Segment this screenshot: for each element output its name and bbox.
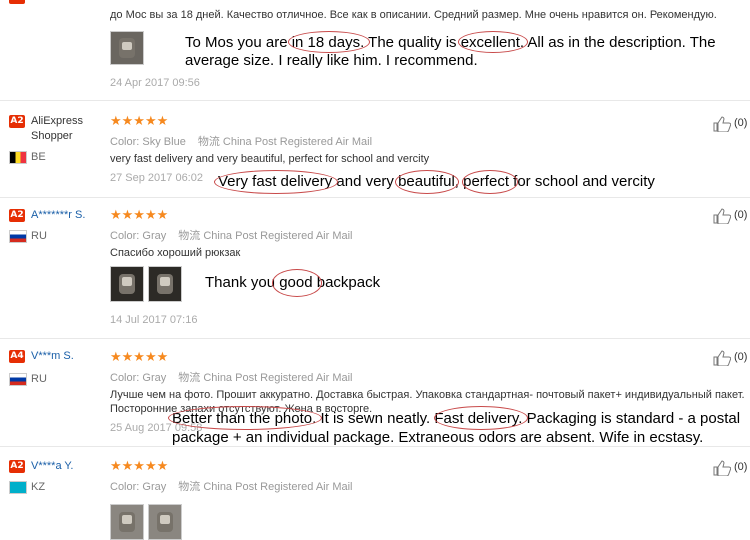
country-code: BE	[31, 151, 46, 163]
level-badge: A4	[9, 350, 25, 363]
flag-ru-icon	[9, 230, 27, 243]
helpful-count: (0)	[734, 117, 748, 129]
review-photo[interactable]	[148, 266, 182, 302]
divider	[0, 446, 750, 447]
helpful-button[interactable]: (0)	[713, 350, 749, 366]
helpful-button[interactable]: (0)	[713, 116, 749, 132]
translation-line-1: To Mos you are in 18 days. The quality i…	[185, 34, 716, 51]
helpful-count: (0)	[734, 461, 748, 473]
star-rating: ★★★★★	[110, 349, 169, 364]
divider	[0, 197, 750, 198]
helpful-count: (0)	[734, 351, 748, 363]
annotation-oval	[462, 170, 518, 194]
flag-kz-icon	[9, 481, 27, 494]
star-rating: ★★★★★	[110, 458, 169, 473]
level-badge	[9, 0, 25, 4]
annotation-oval	[272, 269, 322, 297]
review-photo[interactable]	[110, 266, 144, 302]
order-info: Color: Sky Blue 物流 China Post Registered …	[110, 136, 373, 148]
star-rating: ★★★★★	[110, 113, 169, 128]
thumbs-up-icon	[713, 116, 731, 132]
thumbs-up-icon	[713, 460, 731, 476]
divider	[0, 338, 750, 339]
review-text: Спасибо хороший рюкзак	[110, 247, 241, 259]
annotation-oval	[434, 406, 528, 430]
reviewer-name[interactable]: V****a Y.	[31, 460, 73, 472]
review-photo[interactable]	[110, 31, 144, 65]
thumbs-up-icon	[713, 208, 731, 224]
review-photo[interactable]	[110, 504, 144, 540]
order-info: Color: Gray 物流 China Post Registered Air …	[110, 481, 353, 493]
reviewer-name[interactable]: V***m S.	[31, 350, 74, 362]
review-text-line-1: Лучше чем на фото. Прошит аккуратно. Дос…	[110, 389, 745, 401]
country-code: RU	[31, 230, 47, 242]
review-date: 14 Jul 2017 07:16	[110, 314, 198, 326]
divider	[0, 100, 750, 101]
review-date: 27 Sep 2017 06:02	[110, 172, 203, 184]
reviewer-name[interactable]: A*******r S.	[31, 209, 85, 221]
annotation-oval	[458, 31, 528, 53]
helpful-count: (0)	[734, 209, 748, 221]
translation-line-2: average size. I really like him. I recom…	[185, 52, 478, 69]
level-badge: A2	[9, 460, 25, 473]
order-info: Color: Gray 物流 China Post Registered Air …	[110, 230, 353, 242]
review-date: 24 Apr 2017 09:56	[110, 77, 200, 89]
order-info: Color: Gray 物流 China Post Registered Air …	[110, 372, 353, 384]
helpful-button[interactable]: (0)	[713, 208, 749, 224]
review-text: very fast delivery and very beautiful, p…	[110, 153, 430, 165]
country-code: RU	[31, 373, 47, 385]
annotation-oval	[288, 31, 370, 53]
translation-line-2: package + an individual package. Extrane…	[172, 429, 704, 446]
reviewer-name: AliExpress Shopper	[31, 115, 83, 142]
flag-be-icon	[9, 151, 27, 164]
level-badge: A2	[9, 115, 25, 128]
helpful-button[interactable]: (0)	[713, 460, 749, 476]
annotation-oval	[214, 170, 338, 194]
star-rating: ★★★★★	[110, 207, 169, 222]
annotation-oval	[395, 170, 459, 194]
annotation-oval	[168, 406, 322, 430]
review-text: до Мос вы за 18 дней. Качество отличное.…	[110, 9, 717, 21]
country-code: KZ	[31, 481, 46, 493]
level-badge: A2	[9, 209, 25, 222]
review-photo[interactable]	[148, 504, 182, 540]
thumbs-up-icon	[713, 350, 731, 366]
flag-ru-icon	[9, 373, 27, 386]
